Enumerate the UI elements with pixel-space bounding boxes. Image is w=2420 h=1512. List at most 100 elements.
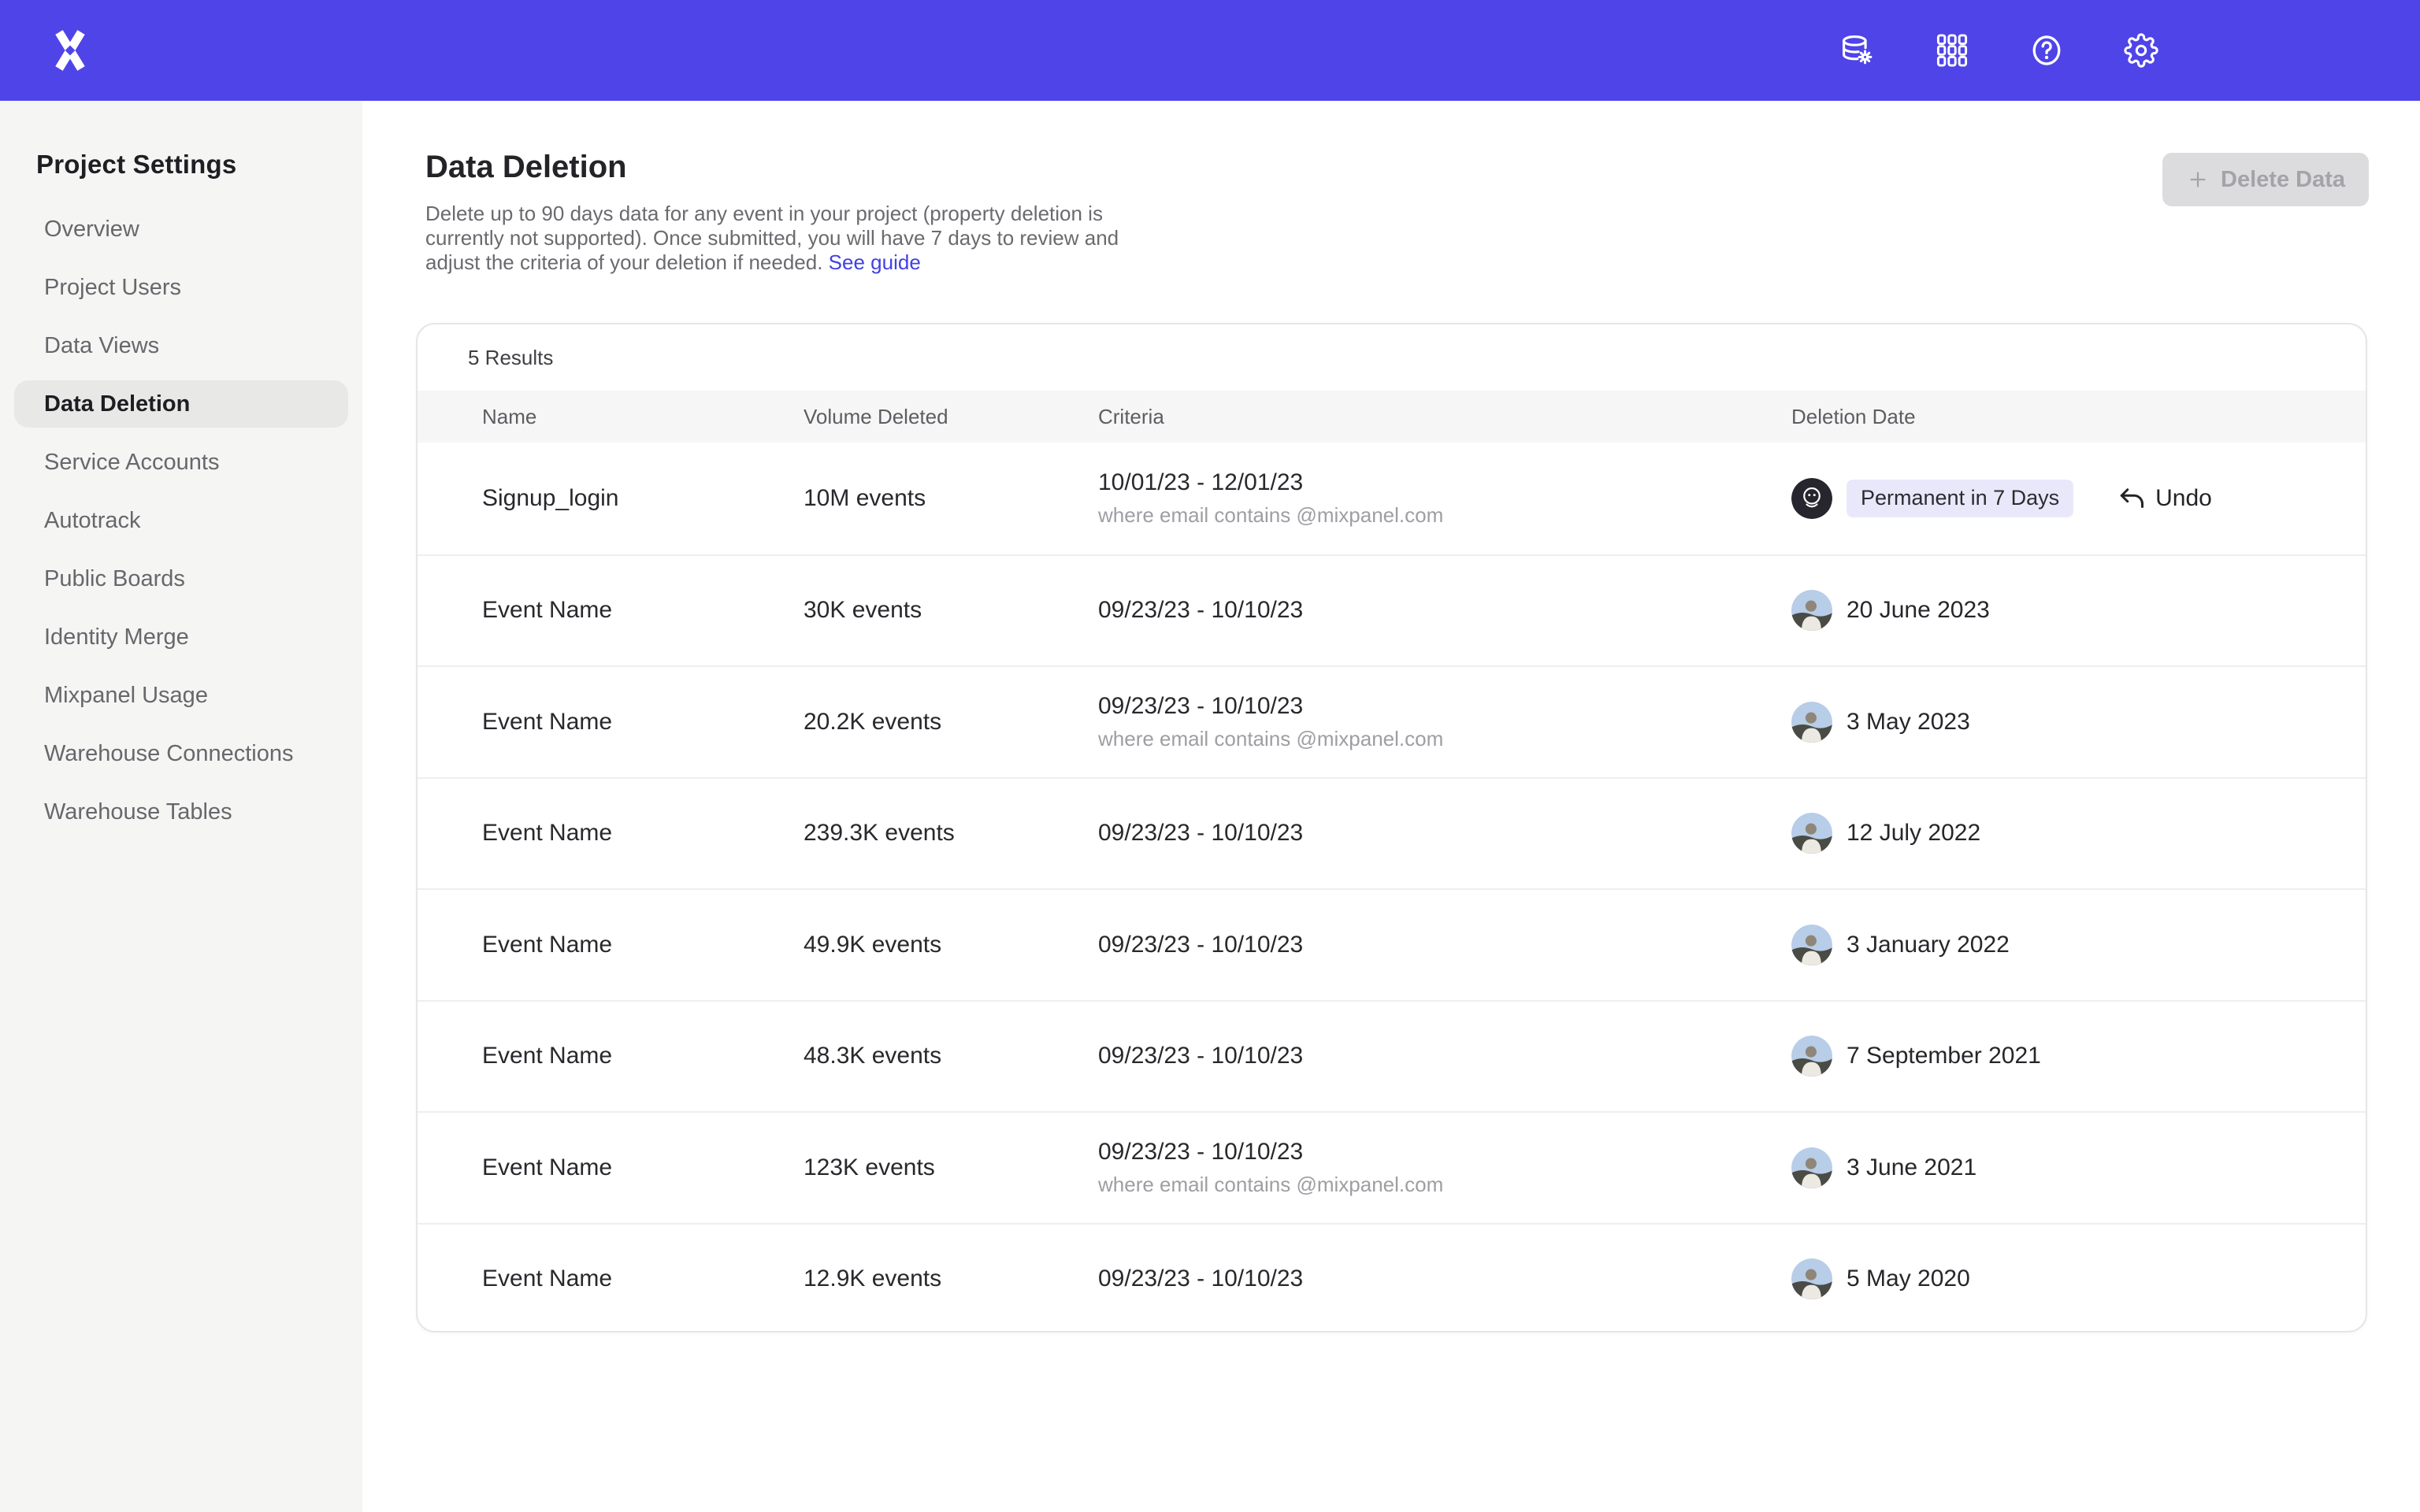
sidebar-item-label: Overview: [44, 217, 139, 243]
undo-button[interactable]: Undo: [2118, 484, 2212, 513]
row-criteria: 09/23/23 - 10/10/23: [1098, 1139, 1791, 1166]
sidebar-item-label: Autotrack: [44, 508, 141, 534]
sidebar-item-service-accounts[interactable]: Service Accounts: [0, 433, 362, 491]
row-volume: 123K events: [804, 1154, 1098, 1181]
topbar: [0, 0, 2420, 101]
undo-icon: [2118, 484, 2146, 513]
sidebar-item-overview[interactable]: Overview: [0, 200, 362, 258]
table-row: Event Name 12.9K events 09/23/23 - 10/10…: [418, 1223, 2366, 1333]
plus-icon: [2186, 168, 2210, 191]
sidebar-item-label: Warehouse Tables: [44, 799, 232, 825]
row-name: Signup_login: [418, 485, 804, 512]
sidebar-item-label: Identity Merge: [44, 624, 189, 650]
avatar: [1791, 1036, 1832, 1077]
sidebar-item-label: Mixpanel Usage: [44, 683, 208, 709]
row-name: Event Name: [418, 1266, 804, 1292]
table-row: Signup_login 10M events 10/01/23 - 12/01…: [418, 443, 2366, 554]
sidebar-item-public-boards[interactable]: Public Boards: [0, 550, 362, 608]
row-criteria-sub: where email contains @mixpanel.com: [1098, 727, 1791, 751]
sidebar-item-warehouse-tables[interactable]: Warehouse Tables: [0, 783, 362, 841]
page-description: Delete up to 90 days data for any event …: [425, 202, 1134, 275]
row-criteria: 09/23/23 - 10/10/23: [1098, 932, 1791, 958]
row-criteria: 09/23/23 - 10/10/23: [1098, 1043, 1791, 1069]
row-name: Event Name: [418, 709, 804, 736]
sidebar-item-data-views[interactable]: Data Views: [0, 317, 362, 375]
deletion-date: 3 January 2022: [1847, 932, 2010, 958]
main-content: Data Deletion Delete up to 90 days data …: [362, 101, 2420, 1512]
deletion-date: 12 July 2022: [1847, 820, 1980, 847]
row-volume: 48.3K events: [804, 1043, 1098, 1069]
avatar: [1791, 478, 1832, 519]
row-criteria-sub: where email contains @mixpanel.com: [1098, 1173, 1791, 1197]
row-volume: 10M events: [804, 485, 1098, 512]
row-volume: 12.9K events: [804, 1266, 1098, 1292]
sidebar-title: Project Settings: [36, 150, 362, 180]
deletion-date: 7 September 2021: [1847, 1043, 2041, 1069]
row-volume: 239.3K events: [804, 820, 1098, 847]
sidebar-item-project-users[interactable]: Project Users: [0, 258, 362, 317]
avatar: [1791, 590, 1832, 631]
column-header-name: Name: [418, 405, 804, 429]
column-header-volume: Volume Deleted: [804, 405, 1098, 429]
sidebar-item-label: Data Deletion: [44, 391, 190, 417]
mixpanel-logo[interactable]: [50, 30, 90, 71]
sidebar-item-label: Warehouse Connections: [44, 741, 294, 767]
sidebar-item-data-deletion[interactable]: Data Deletion: [0, 375, 362, 433]
table-row: Event Name 30K events 09/23/23 - 10/10/2…: [418, 554, 2366, 666]
topbar-icon-group: [1840, 0, 2158, 101]
status-badge: Permanent in 7 Days: [1847, 480, 2073, 517]
deletion-date: 20 June 2023: [1847, 597, 1990, 624]
deletion-table-card: 5 Results Name Volume Deleted Criteria D…: [416, 323, 2367, 1332]
row-volume: 49.9K events: [804, 932, 1098, 958]
row-name: Event Name: [418, 1154, 804, 1181]
apps-grid-icon[interactable]: [1935, 33, 1969, 68]
row-volume: 30K events: [804, 597, 1098, 624]
row-criteria: 09/23/23 - 10/10/23: [1098, 597, 1791, 624]
sidebar-item-label: Service Accounts: [44, 450, 219, 476]
row-criteria: 09/23/23 - 10/10/23: [1098, 1266, 1791, 1292]
sidebar-item-autotrack[interactable]: Autotrack: [0, 491, 362, 550]
avatar: [1791, 813, 1832, 854]
sidebar-item-label: Public Boards: [44, 566, 185, 592]
avatar: [1791, 702, 1832, 743]
sidebar-item-label: Data Views: [44, 333, 159, 359]
deletion-date: 3 May 2023: [1847, 709, 1970, 736]
row-name: Event Name: [418, 820, 804, 847]
deletion-date: 3 June 2021: [1847, 1154, 1976, 1181]
sidebar-nav: Overview Project Users Data Views Data D…: [0, 200, 362, 841]
delete-data-label: Delete Data: [2221, 167, 2345, 193]
row-name: Event Name: [418, 597, 804, 624]
table-row: Event Name 239.3K events 09/23/23 - 10/1…: [418, 777, 2366, 889]
avatar: [1791, 925, 1832, 965]
delete-data-button[interactable]: Delete Data: [2162, 153, 2369, 206]
row-criteria: 09/23/23 - 10/10/23: [1098, 693, 1791, 720]
table-row: Event Name 48.3K events 09/23/23 - 10/10…: [418, 1000, 2366, 1112]
table-header: Name Volume Deleted Criteria Deletion Da…: [418, 391, 2366, 443]
avatar: [1791, 1147, 1832, 1188]
row-criteria-sub: where email contains @mixpanel.com: [1098, 503, 1791, 528]
table-row: Event Name 20.2K events 09/23/23 - 10/10…: [418, 665, 2366, 777]
settings-icon[interactable]: [2124, 33, 2158, 68]
table-row: Event Name 49.9K events 09/23/23 - 10/10…: [418, 888, 2366, 1000]
column-header-deletion-date: Deletion Date: [1791, 405, 2366, 429]
row-criteria: 10/01/23 - 12/01/23: [1098, 469, 1791, 496]
sidebar-item-mixpanel-usage[interactable]: Mixpanel Usage: [0, 666, 362, 724]
deletion-date: 5 May 2020: [1847, 1266, 1970, 1292]
row-name: Event Name: [418, 932, 804, 958]
page-title: Data Deletion: [425, 150, 627, 185]
column-header-criteria: Criteria: [1098, 405, 1791, 429]
sidebar: Project Settings Overview Project Users …: [0, 101, 362, 1512]
table-row: Event Name 123K events 09/23/23 - 10/10/…: [418, 1111, 2366, 1223]
avatar: [1791, 1258, 1832, 1299]
table-body: Signup_login 10M events 10/01/23 - 12/01…: [418, 443, 2366, 1332]
sidebar-item-label: Project Users: [44, 275, 181, 301]
see-guide-link[interactable]: See guide: [829, 250, 921, 274]
data-management-icon[interactable]: [1840, 33, 1875, 68]
row-volume: 20.2K events: [804, 709, 1098, 736]
help-icon[interactable]: [2029, 33, 2064, 68]
undo-label: Undo: [2155, 485, 2212, 512]
sidebar-item-identity-merge[interactable]: Identity Merge: [0, 608, 362, 666]
sidebar-item-warehouse-connections[interactable]: Warehouse Connections: [0, 724, 362, 783]
row-criteria: 09/23/23 - 10/10/23: [1098, 820, 1791, 847]
results-count: 5 Results: [418, 324, 2366, 391]
